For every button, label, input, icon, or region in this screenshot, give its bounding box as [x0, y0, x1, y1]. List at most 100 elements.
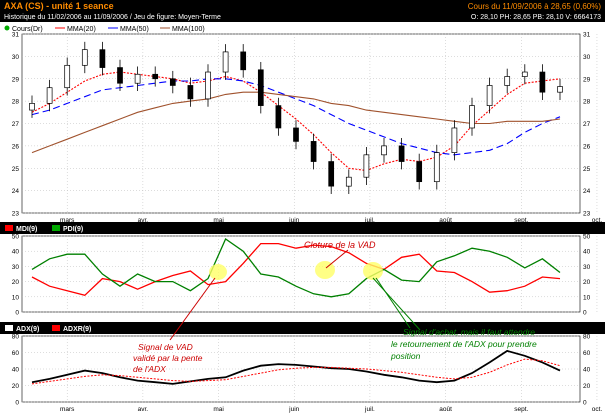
candle-body	[328, 161, 335, 187]
dmi-ytick-left: 0	[15, 310, 19, 317]
adx-month-label: mars	[60, 406, 75, 413]
annotation-buy-signal-1: Signal d'achat, mais il faut attendre	[403, 327, 535, 337]
chart-title: AXA (CS) - unité 1 seance	[4, 1, 114, 11]
highlight-buy-signal	[363, 262, 383, 280]
dmi-legend-bar	[0, 222, 605, 234]
chart-canvas: AXA (CS) - unité 1 seance Historique du …	[0, 0, 605, 413]
candle-body	[381, 145, 387, 156]
price-legend-marker	[4, 25, 10, 31]
price-ytick-right: 25	[583, 166, 591, 173]
legend-mma20: MMA(20)	[67, 26, 96, 33]
adx-ytick-left: 20	[12, 383, 20, 390]
adx-month-label: août	[439, 406, 452, 413]
legend-adx-swatch	[5, 325, 13, 331]
adx-month-label: mai	[213, 406, 223, 413]
quote-text: Cours du 11/09/2006 à 28,65 (0,60%)	[468, 2, 602, 11]
adx-ytick-left: 40	[12, 367, 20, 374]
highlight-vad-signal	[209, 264, 227, 280]
candle-body	[293, 127, 299, 142]
candle-body	[451, 127, 458, 153]
legend-pdi-swatch	[52, 225, 60, 231]
candle-body	[64, 64, 71, 89]
candle-body	[433, 152, 440, 183]
dmi-ytick-right: 10	[583, 294, 591, 301]
candle-body	[117, 67, 123, 84]
legend-mma50: MMA(50)	[120, 26, 149, 33]
price-ytick-right: 23	[583, 211, 591, 218]
price-ytick-right: 27	[583, 121, 591, 128]
candle-body	[345, 176, 352, 187]
annotation-buy-signal-3: position	[390, 351, 421, 361]
ohlc-text: O: 28,10 PH: 28,65 PB: 28,10 V: 6664173	[471, 14, 601, 21]
adx-ytick-left: 0	[15, 400, 19, 407]
candle-body	[240, 51, 247, 71]
dmi-ytick-right: 40	[583, 249, 591, 256]
legend-adx: ADX(9)	[16, 326, 39, 333]
candle-body	[275, 105, 282, 129]
price-panel: 23 2324 2425 2526 2627 2728 2829 2930 3031 31mars…	[12, 32, 603, 225]
annotation-vad-signal-1: Signal de VAD	[138, 342, 193, 352]
adx-ytick-right: 60	[583, 350, 591, 357]
candle-body	[557, 86, 563, 93]
legend-adxr: ADXR(9)	[63, 326, 91, 333]
adx-ytick-right: 20	[583, 383, 591, 390]
adx-month-label: juin	[288, 406, 300, 413]
adx-ytick-right: 80	[583, 334, 591, 341]
adx-month-label: oct.	[592, 406, 603, 413]
price-ytick-right: 31	[583, 32, 591, 39]
price-ytick-left: 26	[12, 143, 20, 150]
candle-body	[310, 141, 317, 162]
candle-body	[99, 49, 106, 68]
candle-body	[363, 154, 370, 178]
legend-mdi: MDI(9)	[16, 226, 37, 233]
adx-ytick-left: 80	[12, 334, 20, 341]
price-ytick-right: 24	[583, 188, 591, 195]
candle-body	[29, 103, 35, 111]
price-ytick-left: 29	[12, 76, 20, 83]
candle-body	[187, 85, 194, 100]
dmi-ytick-left: 10	[12, 294, 20, 301]
annotation-vad-close: Cloture de la VAD	[304, 240, 376, 250]
candle-body	[486, 85, 493, 106]
legend-pdi: PDI(9)	[63, 226, 83, 233]
price-ytick-right: 30	[583, 54, 591, 61]
adx-month-label: juil.	[364, 406, 375, 413]
candle-body	[134, 73, 141, 84]
dmi-ytick-left: 20	[12, 279, 20, 286]
price-ytick-right: 26	[583, 143, 591, 150]
dmi-ytick-right: 50	[583, 234, 591, 241]
adx-ytick-right: 40	[583, 367, 591, 374]
adx-month-label: avr.	[138, 406, 149, 413]
price-ytick-left: 24	[12, 188, 20, 195]
annotation-vad-signal-3: de l'ADX	[133, 364, 166, 374]
candle-body	[416, 161, 423, 183]
annotation-vad-signal-2: validé par la pente	[133, 353, 203, 363]
annotation-buy-signal-2: le retournement de l'ADX pour prendre	[391, 339, 537, 349]
candle-body	[152, 73, 159, 80]
candle-body	[81, 49, 88, 66]
adx-month-label: sept.	[514, 406, 528, 413]
dmi-ytick-right: 30	[583, 264, 591, 271]
adx-ytick-left: 60	[12, 350, 20, 357]
price-ytick-right: 28	[583, 99, 591, 106]
candle-body	[521, 71, 528, 77]
legend-adxr-swatch	[52, 325, 60, 331]
legend-mdi-swatch	[5, 225, 13, 231]
history-range: Historique du 11/02/2006 au 11/09/2006 /…	[4, 14, 221, 21]
candle-body	[398, 145, 405, 162]
price-ytick-left: 27	[12, 121, 20, 128]
price-ytick-left: 23	[12, 211, 20, 218]
price-ytick-left: 30	[12, 54, 20, 61]
candle-body	[169, 78, 176, 86]
candle-body	[504, 76, 511, 86]
dmi-ytick-left: 40	[12, 249, 20, 256]
price-legend: Cours(Dr) MMA(20) MMA(50) MMA(100)	[4, 25, 205, 33]
adx-ytick-right: 0	[583, 400, 587, 407]
candle-body	[257, 69, 264, 106]
dmi-ytick-right: 0	[583, 310, 587, 317]
candle-body	[222, 51, 229, 73]
candle-body	[539, 71, 546, 93]
candle-body	[205, 71, 211, 100]
dmi-ytick-left: 50	[12, 234, 20, 241]
candle-body	[46, 87, 53, 104]
